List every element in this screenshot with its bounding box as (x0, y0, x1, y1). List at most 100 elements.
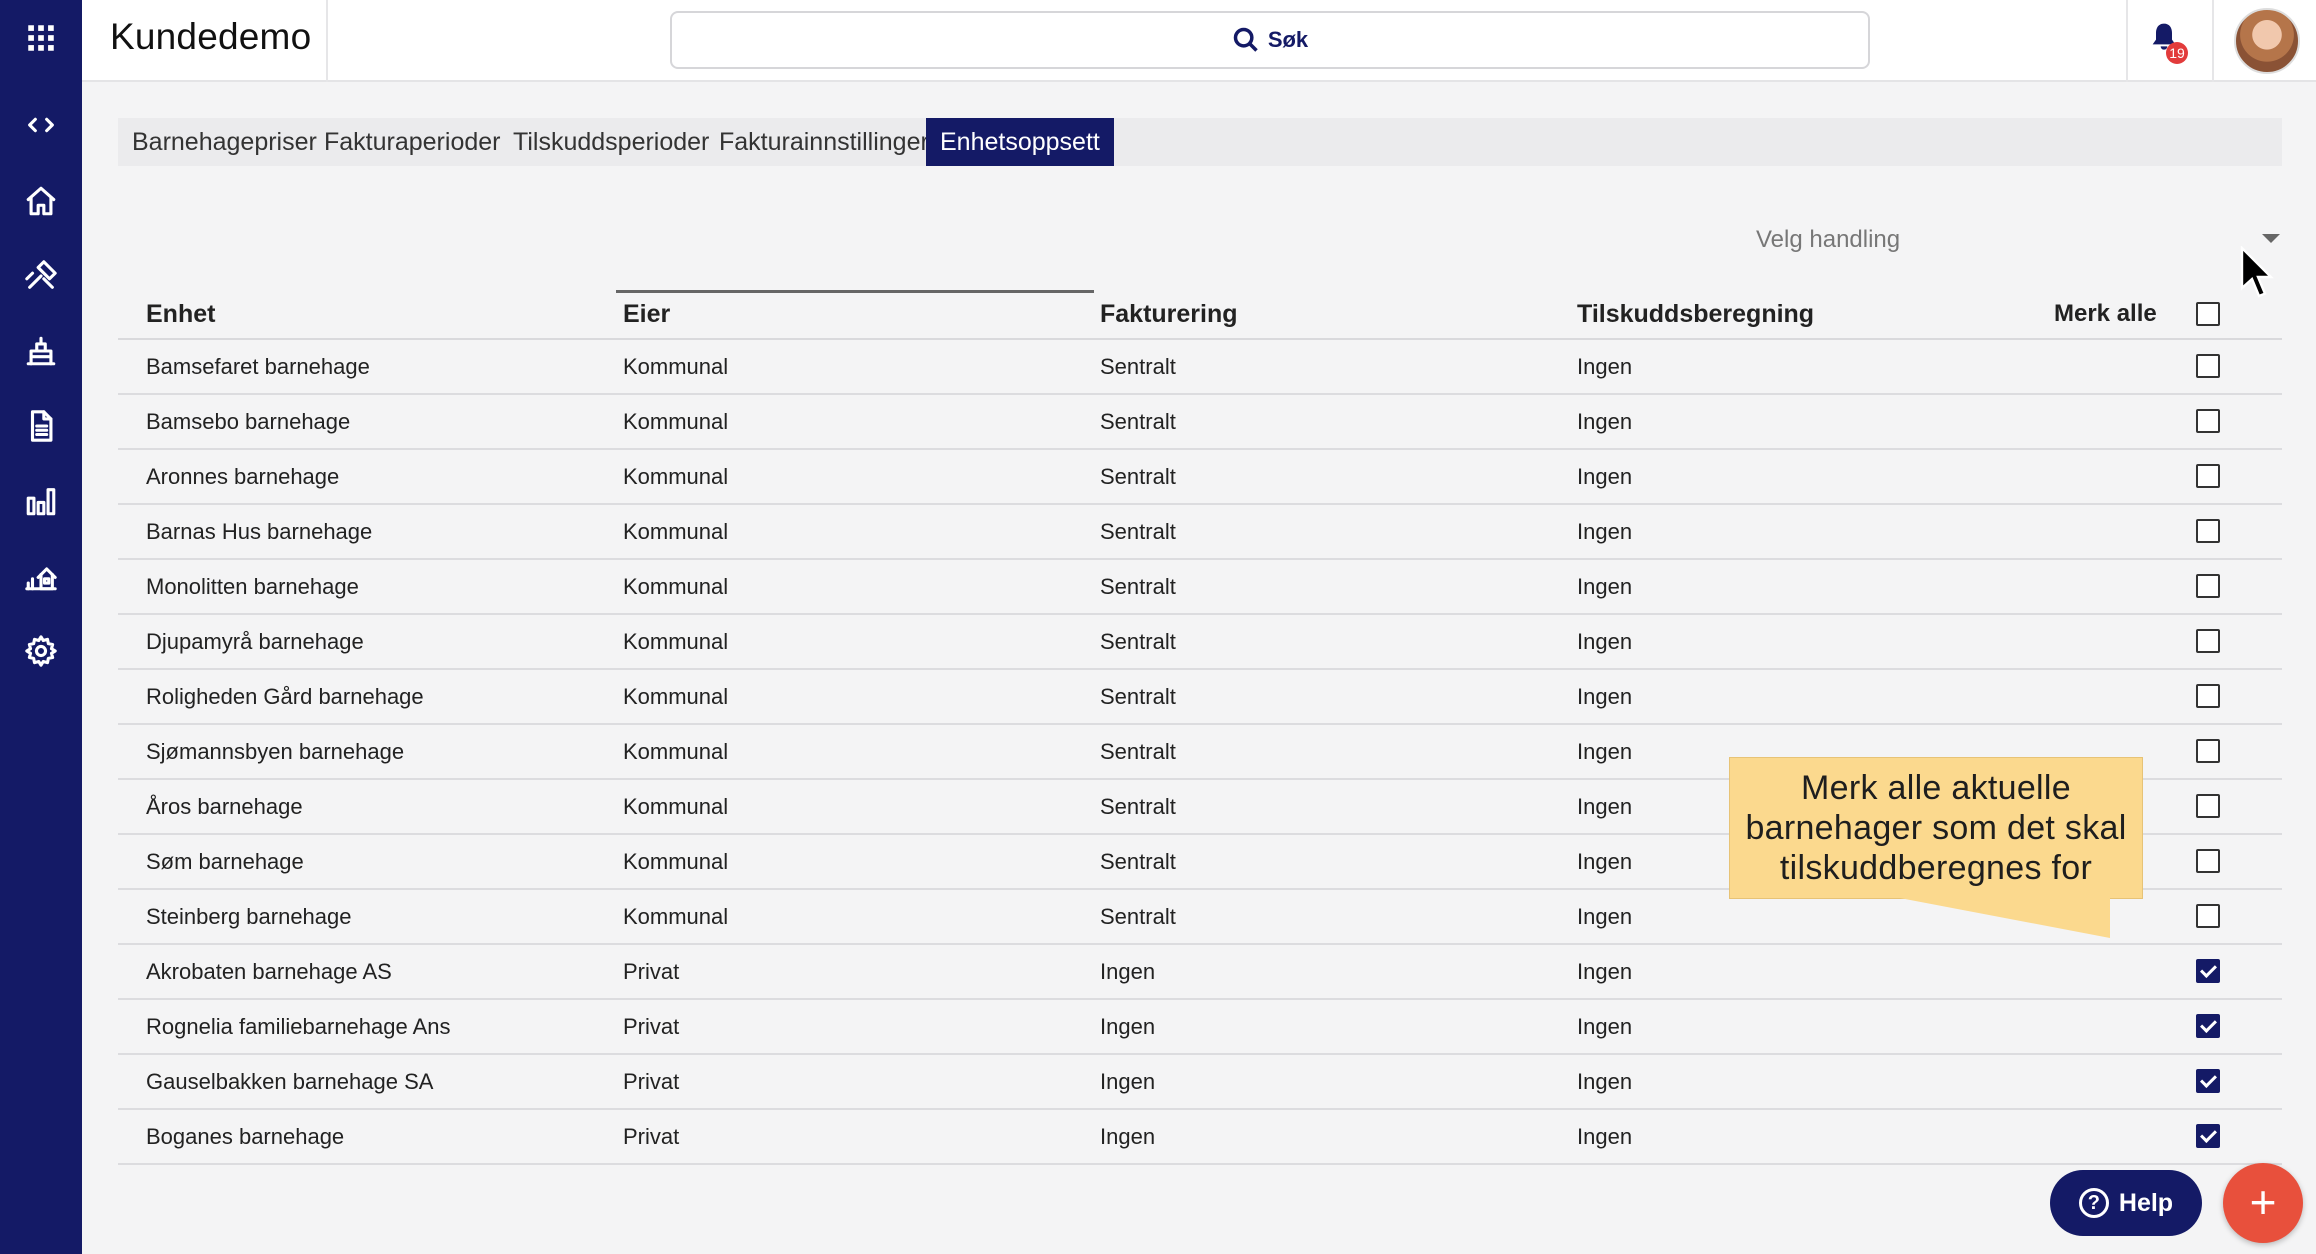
table-header: Enhet Eier Fakturering Tilskuddsberegnin… (118, 290, 2282, 340)
tab-barnehagepriser[interactable]: Barnehagepriser (132, 118, 317, 166)
select-all-label: Merk alle (2054, 300, 2157, 327)
column-header-enhet[interactable]: Enhet (146, 300, 215, 329)
grid-icon[interactable] (0, 10, 82, 66)
caret-down-icon (2262, 234, 2280, 243)
cell-fakturering: Sentralt (1100, 519, 1176, 544)
search-icon (1233, 27, 1258, 52)
tab-enhetsoppsett[interactable]: Enhetsoppsett (926, 118, 1114, 166)
gear-icon[interactable] (0, 623, 82, 679)
cell-eier: Privat (623, 1069, 680, 1094)
cell-enhet: Bamsebo barnehage (146, 409, 351, 434)
cell-fakturering: Sentralt (1100, 574, 1176, 599)
table-row: Akrobaten barnehage AS Privat Ingen Ingen (118, 945, 2282, 1000)
cell-fakturering: Sentralt (1100, 409, 1176, 434)
row-checkbox[interactable] (2196, 904, 2220, 928)
table-body: Bamsefaret barnehage Kommunal Sentralt Inge… (118, 340, 2282, 1165)
row-checkbox[interactable] (2196, 684, 2220, 708)
row-checkbox[interactable] (2196, 1124, 2220, 1148)
cell-enhet: Djupamyrå barnehage (146, 629, 364, 654)
tools-icon[interactable] (0, 248, 82, 304)
cell-tilskudd: Ingen (1577, 519, 1633, 544)
bar-chart-icon[interactable] (0, 473, 82, 529)
callout-text: tilskuddberegnes for (1779, 849, 2093, 887)
row-checkbox[interactable] (2196, 739, 2220, 763)
cell-fakturering: Sentralt (1100, 794, 1176, 819)
header-divider (326, 0, 328, 82)
column-header-fakturering[interactable]: Fakturering (1100, 300, 1238, 329)
avatar[interactable] (2234, 8, 2300, 74)
cell-fakturering: Sentralt (1100, 849, 1176, 874)
row-checkbox[interactable] (2196, 574, 2220, 598)
column-header-eier[interactable]: Eier (623, 300, 670, 329)
cell-tilskudd: Ingen (1577, 1014, 1633, 1039)
row-checkbox[interactable] (2196, 409, 2220, 433)
column-header-tilskuddsberegning[interactable]: Tilskuddsberegning (1577, 300, 1814, 329)
cell-enhet: Akrobaten barnehage AS (146, 959, 392, 984)
table-row: Aronnes barnehage Kommunal Sentralt Ingen (118, 450, 2282, 505)
cell-eier: Kommunal (623, 904, 729, 929)
row-checkbox[interactable] (2196, 519, 2220, 543)
building-icon[interactable] (0, 323, 82, 379)
notification-badge: 19 (2166, 42, 2188, 64)
cell-enhet: Søm barnehage (146, 849, 304, 874)
add-button[interactable]: + (2223, 1163, 2303, 1243)
cell-tilskudd: Ingen (1577, 1069, 1633, 1094)
cell-eier: Kommunal (623, 794, 729, 819)
row-checkbox[interactable] (2196, 354, 2220, 378)
table-row: Djupamyrå barnehage Kommunal Sentralt Ingen (118, 615, 2282, 670)
cell-eier: Kommunal (623, 354, 729, 379)
question-icon: ? (2078, 1188, 2109, 1218)
cell-tilskudd: Ingen (1577, 849, 1633, 874)
cell-enhet: Sjømannsbyen barnehage (146, 739, 405, 764)
cell-eier: Privat (623, 1014, 680, 1039)
row-checkbox[interactable] (2196, 1014, 2220, 1038)
callout-text: barnehager som det skal (1745, 809, 2127, 847)
cell-enhet: Bamsefaret barnehage (146, 354, 370, 379)
row-checkbox[interactable] (2196, 959, 2220, 983)
select-all-checkbox[interactable] (2196, 302, 2220, 326)
table-row: Monolitten barnehage Kommunal Sentralt Inge… (118, 560, 2282, 615)
cell-tilskudd: Ingen (1577, 409, 1633, 434)
code-brackets-icon[interactable] (0, 97, 82, 153)
table-row: Bamsebo barnehage Kommunal Sentralt Ingen (118, 395, 2282, 450)
house-chart-icon[interactable] (0, 548, 82, 604)
notifications-button[interactable]: 19 (2148, 20, 2192, 64)
table-row: Barnas Hus barnehage Kommunal Sentralt Inge… (118, 505, 2282, 560)
cell-eier: Kommunal (623, 684, 729, 709)
document-icon[interactable] (0, 398, 82, 454)
action-select[interactable]: Velg handling (1740, 216, 2280, 264)
cell-fakturering: Sentralt (1100, 904, 1176, 929)
row-checkbox[interactable] (2196, 794, 2220, 818)
cell-enhet: Åros barnehage (146, 794, 303, 819)
row-checkbox[interactable] (2196, 629, 2220, 653)
cell-enhet: Aronnes barnehage (146, 464, 340, 489)
search-field[interactable]: Søk (670, 11, 1870, 69)
cell-eier: Kommunal (623, 739, 729, 764)
search-label: Søk (1267, 27, 1309, 52)
cell-enhet: Rognelia familiebarnehage Ans (146, 1014, 451, 1039)
row-checkbox[interactable] (2196, 1069, 2220, 1093)
header-divider (2212, 0, 2214, 82)
cell-enhet: Gauselbakken barnehage SA (146, 1069, 434, 1094)
cell-eier: Kommunal (623, 519, 729, 544)
header-divider (2126, 0, 2128, 82)
table-row: Gauselbakken barnehage SA Privat Ingen Inge… (118, 1055, 2282, 1110)
tab-tilskuddsperioder[interactable]: Tilskuddsperioder (513, 118, 709, 166)
cell-fakturering: Ingen (1100, 1014, 1156, 1039)
row-checkbox[interactable] (2196, 849, 2220, 873)
action-select-placeholder: Velg handling (1756, 226, 1901, 253)
cell-eier: Privat (623, 1124, 680, 1149)
callout-pointer (1900, 898, 2110, 938)
home-icon[interactable] (0, 173, 82, 229)
cell-enhet: Roligheden Gård barnehage (146, 684, 424, 709)
help-button[interactable]: ? Help (2050, 1170, 2202, 1236)
tab-fakturainnstillinger[interactable]: Fakturainnstillinger (719, 118, 929, 166)
tab-fakturaperioder[interactable]: Fakturaperioder (324, 118, 500, 166)
mouse-cursor-icon (2240, 246, 2274, 298)
instruction-callout: Merk alle aktuelle barnehager som det sk… (1729, 757, 2143, 899)
cell-tilskudd: Ingen (1577, 464, 1633, 489)
cell-fakturering: Sentralt (1100, 629, 1176, 654)
cell-enhet: Barnas Hus barnehage (146, 519, 373, 544)
table-row: Bamsefaret barnehage Kommunal Sentralt Inge… (118, 340, 2282, 395)
row-checkbox[interactable] (2196, 464, 2220, 488)
